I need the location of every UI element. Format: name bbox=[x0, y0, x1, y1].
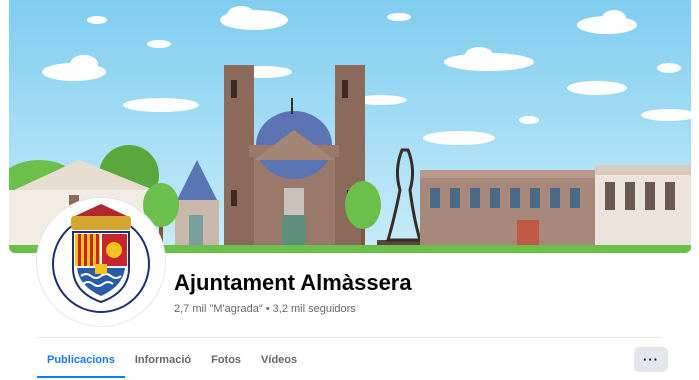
likes-count[interactable]: 2,7 mil "M'agrada" bbox=[174, 303, 263, 315]
stats-separator: • bbox=[265, 303, 270, 315]
tab-publicacions[interactable]: Publicacions bbox=[37, 344, 125, 378]
coat-of-arms-icon bbox=[43, 204, 159, 320]
page-tabs: Publicacions Informació Fotos Vídeos bbox=[37, 344, 307, 378]
header-divider bbox=[37, 337, 662, 338]
page-title: Ajuntament Almàssera bbox=[174, 270, 412, 295]
tab-informacio[interactable]: Informació bbox=[125, 344, 201, 378]
tab-videos[interactable]: Vídeos bbox=[251, 344, 307, 378]
profile-avatar[interactable] bbox=[37, 198, 165, 326]
followers-count[interactable]: 3,2 mil seguidors bbox=[273, 303, 356, 315]
tab-fotos[interactable]: Fotos bbox=[201, 344, 251, 378]
more-icon: ··· bbox=[643, 352, 659, 367]
page-stats: 2,7 mil "M'agrada" • 3,2 mil seguidors bbox=[174, 303, 356, 315]
more-button[interactable]: ··· bbox=[634, 347, 668, 372]
